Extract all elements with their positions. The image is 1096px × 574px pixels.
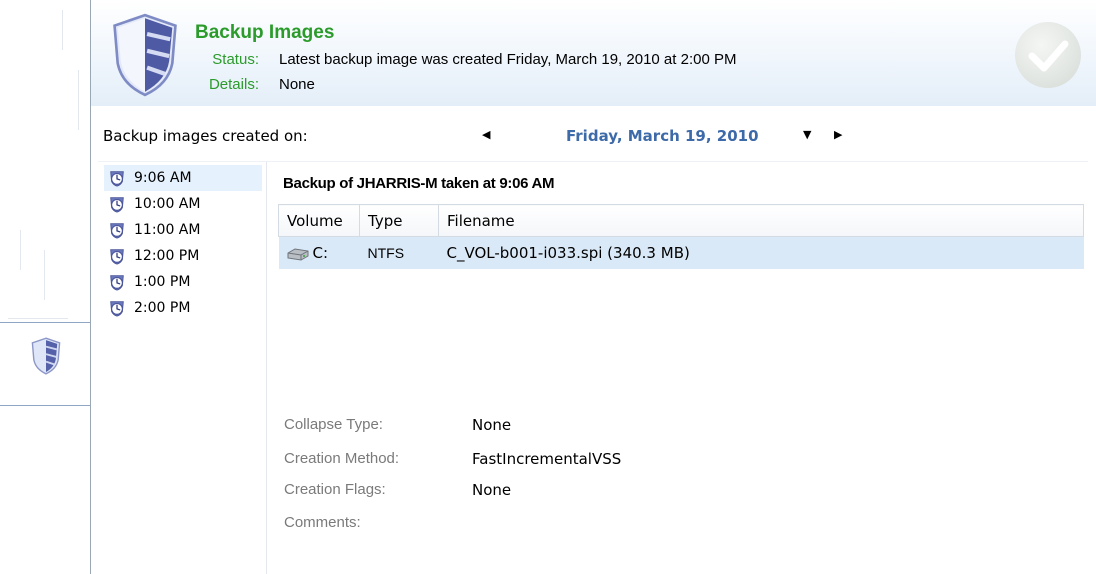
header-panel: Backup Images Status: Latest backup imag… — [91, 0, 1096, 106]
backup-date-label: Backup images created on: — [103, 127, 308, 145]
table-header-row: Volume Type Filename — [278, 204, 1084, 237]
time-list-item[interactable]: 1:00 PM — [104, 269, 262, 295]
status-value: Latest backup image was created Friday, … — [279, 51, 737, 68]
comments-label: Comments: — [284, 514, 361, 531]
backup-time-list: 9:06 AM 10:00 AM 11:00 AM 12:00 PM 1:00 PM 2:… — [104, 165, 262, 321]
divider — [98, 161, 1088, 162]
nav-item-backup-images[interactable] — [0, 322, 90, 406]
volume-cell: C: — [278, 236, 360, 269]
table-row[interactable]: C: NTFS C_VOL-b001-i033.spi (340.3 MB) — [278, 236, 1084, 269]
clock-icon — [110, 301, 124, 317]
volume-table: Volume Type Filename C: NTFS C_VOL-b001-… — [278, 204, 1084, 269]
collapse-type-label: Collapse Type: — [284, 416, 383, 433]
clock-icon — [110, 171, 124, 187]
time-list-item[interactable]: 11:00 AM — [104, 217, 262, 243]
chevron-down-icon: ▼ — [803, 128, 812, 141]
arrow-left-icon: ◀ — [482, 128, 491, 141]
divider — [266, 162, 267, 574]
time-list-item[interactable]: 12:00 PM — [104, 243, 262, 269]
creation-method-label: Creation Method: — [284, 450, 400, 467]
clock-icon — [110, 197, 124, 213]
status-label: Status: — [212, 51, 259, 68]
details-label: Details: — [208, 76, 259, 93]
creation-flags-value: None — [472, 481, 512, 499]
time-list-label: 10:00 AM — [134, 196, 201, 212]
volume-value: C: — [312, 244, 329, 262]
time-list-label: 11:00 AM — [134, 222, 201, 238]
selected-date[interactable]: Friday, March 19, 2010 — [566, 127, 759, 145]
shield-icon — [113, 13, 177, 97]
column-header-filename[interactable]: Filename — [438, 204, 1084, 237]
time-list-item[interactable]: 2:00 PM — [104, 295, 262, 321]
time-list-label: 1:00 PM — [134, 274, 191, 290]
time-list-item[interactable]: 10:00 AM — [104, 191, 262, 217]
column-header-volume[interactable]: Volume — [278, 204, 360, 237]
filename-cell: C_VOL-b001-i033.spi (340.3 MB) — [438, 236, 1084, 269]
next-date-button[interactable]: ▶ — [830, 124, 846, 145]
prev-date-button[interactable]: ◀ — [478, 124, 494, 145]
time-list-label: 2:00 PM — [134, 300, 191, 316]
page-title: Backup Images — [195, 22, 335, 43]
time-list-label: 12:00 PM — [134, 248, 200, 264]
check-icon — [1028, 40, 1069, 72]
time-list-item[interactable]: 9:06 AM — [104, 165, 262, 191]
date-dropdown-button[interactable]: ▼ — [799, 124, 815, 145]
clock-icon — [110, 223, 124, 239]
status-check-badge — [1015, 22, 1081, 88]
clock-icon — [110, 249, 124, 265]
left-nav-strip — [0, 0, 90, 574]
type-cell: NTFS — [359, 236, 439, 269]
creation-flags-label: Creation Flags: — [284, 481, 386, 498]
arrow-right-icon: ▶ — [834, 128, 843, 141]
creation-method-value: FastIncrementalVSS — [472, 450, 622, 468]
drive-icon — [287, 247, 308, 261]
collapse-type-value: None — [472, 416, 512, 434]
time-list-label: 9:06 AM — [134, 170, 192, 186]
clock-icon — [110, 275, 124, 291]
backup-detail-title: Backup of JHARRIS-M taken at 9:06 AM — [283, 175, 555, 192]
column-header-type[interactable]: Type — [359, 204, 439, 237]
details-value: None — [279, 76, 315, 93]
shield-icon — [31, 337, 61, 375]
